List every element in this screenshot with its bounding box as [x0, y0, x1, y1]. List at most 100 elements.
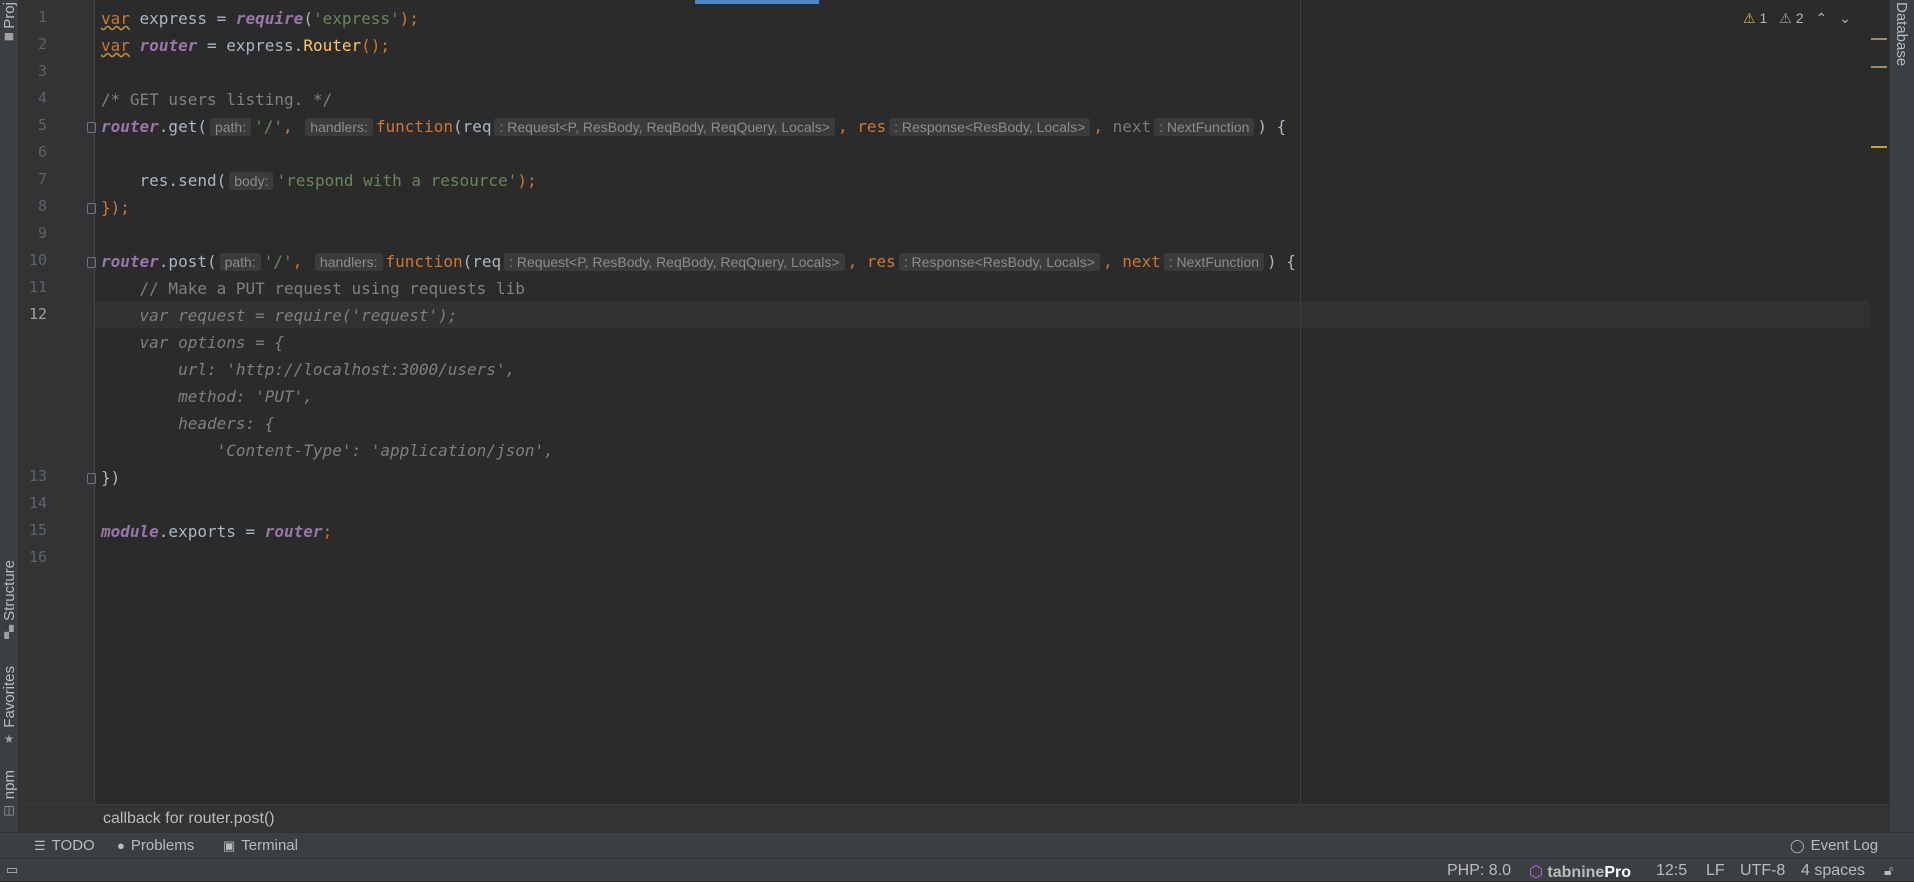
scrollbar-marker[interactable] [1871, 66, 1887, 68]
code-line-13: }) [101, 468, 121, 487]
left-tool-strip: Proj ▀ Structure ▞ Favorites ★ npm ◫ [0, 0, 19, 866]
breadcrumb-text[interactable]: callback for router.post() [103, 810, 275, 828]
lock-icon[interactable]: 🔓︎ [1884, 862, 1893, 879]
terminal-button[interactable]: ▣ Terminal [223, 837, 298, 854]
chevron-down-icon[interactable]: ⌄ [1839, 10, 1851, 27]
param-hint: body: [229, 172, 274, 190]
todo-button[interactable]: ☰ TODO [34, 837, 95, 854]
chat-bubble-icon: ◯ [1790, 837, 1805, 853]
structure-icon: ▞ [4, 624, 14, 639]
code-line-12b: var options = { [101, 333, 285, 352]
npm-tool-tab[interactable]: npm ◫ [0, 770, 18, 817]
event-log-button[interactable]: ◯ Event Log [1790, 837, 1878, 854]
code-line-7: res.send(body:'respond with a resource')… [101, 171, 537, 190]
line-number: 8 [37, 197, 47, 215]
file-encoding[interactable]: UTF-8 [1740, 862, 1785, 880]
npm-icon: ◫ [3, 803, 15, 818]
fold-marker-icon[interactable] [87, 203, 96, 214]
scrollbar-marker[interactable] [1871, 38, 1887, 40]
code-line-1: var express = require('express'); [101, 9, 419, 28]
code-line-12c: url: 'http://localhost:3000/users', [101, 360, 516, 379]
line-number: 3 [37, 62, 47, 80]
type-hint: : Request<P, ResBody, ReqBody, ReqQuery,… [494, 118, 835, 136]
line-number: 9 [37, 224, 47, 242]
warning-icon: ⚠ [1743, 10, 1756, 26]
warning-count-yellow[interactable]: ⚠ 1 [1743, 10, 1767, 27]
code-editor[interactable]: 1 2 3 4 5 6 7 8 9 10 11 12 13 14 15 16 v… [19, 0, 1889, 804]
favorites-tool-tab[interactable]: Favorites ★ [0, 666, 18, 746]
layout-toggle-icon[interactable]: ▭ [6, 862, 18, 878]
line-number: 2 [37, 35, 47, 53]
list-icon: ☰ [34, 837, 46, 853]
code-line-10: router.post(path: '/', handlers: function(… [101, 252, 1296, 271]
problems-button[interactable]: ● Problems [117, 837, 194, 854]
code-line-11: // Make a PUT request using requests lib [101, 279, 525, 298]
param-hint: path: [209, 118, 252, 136]
line-gutter[interactable]: 1 2 3 4 5 6 7 8 9 10 11 12 13 14 15 16 [19, 0, 96, 804]
line-number: 6 [37, 143, 47, 161]
database-tool-tab[interactable]: Database [1893, 2, 1910, 66]
line-number-active: 12 [28, 305, 47, 323]
active-tab-indicator [695, 0, 819, 4]
line-number: 14 [28, 494, 47, 512]
star-icon: ★ [3, 731, 15, 746]
code-line-5: router.get(path: '/', handlers: function(r… [101, 117, 1287, 136]
type-hint: : NextFunction [1154, 118, 1255, 136]
problems-label: Problems [130, 837, 195, 854]
favorites-tool-label: Favorites [0, 666, 18, 728]
info-icon: ● [117, 838, 125, 853]
type-hint: : Response<ResBody, Locals> [889, 118, 1091, 136]
type-hint: : NextFunction [1163, 253, 1265, 271]
todo-label: TODO [51, 837, 95, 854]
type-hint: : Request<P, ResBody, ReqBody, ReqQuery,… [504, 253, 845, 271]
line-number: 1 [37, 8, 47, 26]
line-separator[interactable]: LF [1706, 862, 1725, 880]
code-line-15: module.exports = router; [101, 522, 333, 541]
code-line-12d: method: 'PUT', [101, 387, 313, 406]
php-version[interactable]: PHP: 8.0 [1447, 862, 1511, 880]
warning-count-grey[interactable]: ⚠ 2 [1779, 10, 1803, 27]
right-tool-strip: Database [1889, 0, 1914, 866]
tabnine-icon: ⬡ [1529, 864, 1543, 881]
line-number: 10 [28, 251, 47, 269]
project-tool-label: Proj [0, 2, 18, 29]
terminal-label: Terminal [241, 837, 298, 854]
right-margin-guide [1300, 0, 1301, 804]
code-line-4: /* GET users listing. */ [101, 90, 333, 109]
param-hint: path: [219, 253, 261, 271]
weak-warning-icon: ⚠ [1779, 10, 1792, 26]
code-line-12e: headers: { [101, 414, 275, 433]
tabnine-widget[interactable]: ⬡ tabninePro [1529, 862, 1631, 882]
type-hint: : Response<ResBody, Locals> [898, 253, 1100, 271]
status-bar: ▭ PHP: 8.0 ⬡ tabninePro 12:5 LF UTF-8 4 … [0, 858, 1914, 881]
line-number: 5 [37, 116, 47, 134]
scrollbar-marker[interactable] [1871, 146, 1887, 148]
param-hint: handlers: [314, 253, 383, 271]
code-line-2: var router = express.Router(); [101, 36, 391, 55]
terminal-icon: ▣ [223, 837, 236, 853]
fold-marker-icon[interactable] [87, 473, 96, 484]
line-number: 7 [37, 170, 47, 188]
code-line-12: var request = require('request'); [101, 306, 458, 325]
structure-tool-tab[interactable]: Structure ▞ [0, 560, 18, 639]
structure-tool-label: Structure [0, 560, 18, 621]
line-number: 15 [28, 521, 47, 539]
indent-setting[interactable]: 4 spaces [1801, 862, 1865, 880]
line-number: 4 [37, 89, 47, 107]
npm-tool-label: npm [0, 770, 18, 800]
line-number: 13 [28, 467, 47, 485]
code-line-8: }); [101, 198, 130, 217]
event-log-label: Event Log [1810, 837, 1879, 854]
code-line-12f: 'Content-Type': 'application/json', [101, 441, 554, 460]
fold-marker-icon[interactable] [87, 122, 96, 133]
inspection-widget[interactable]: ⚠ 1 ⚠ 2 ⌃ ⌄ [1743, 10, 1851, 27]
caret-position[interactable]: 12:5 [1656, 862, 1687, 880]
breadcrumb[interactable]: callback for router.post() [19, 804, 1889, 833]
line-number: 16 [28, 548, 47, 566]
folder-icon: ▀ [4, 32, 14, 47]
project-tool-tab[interactable]: Proj ▀ [0, 2, 18, 47]
line-number: 11 [28, 278, 47, 296]
chevron-up-icon[interactable]: ⌃ [1816, 10, 1828, 27]
tool-window-bar: ☰ TODO ● Problems ▣ Terminal ◯ Event Log [0, 832, 1914, 859]
fold-marker-icon[interactable] [87, 257, 96, 268]
